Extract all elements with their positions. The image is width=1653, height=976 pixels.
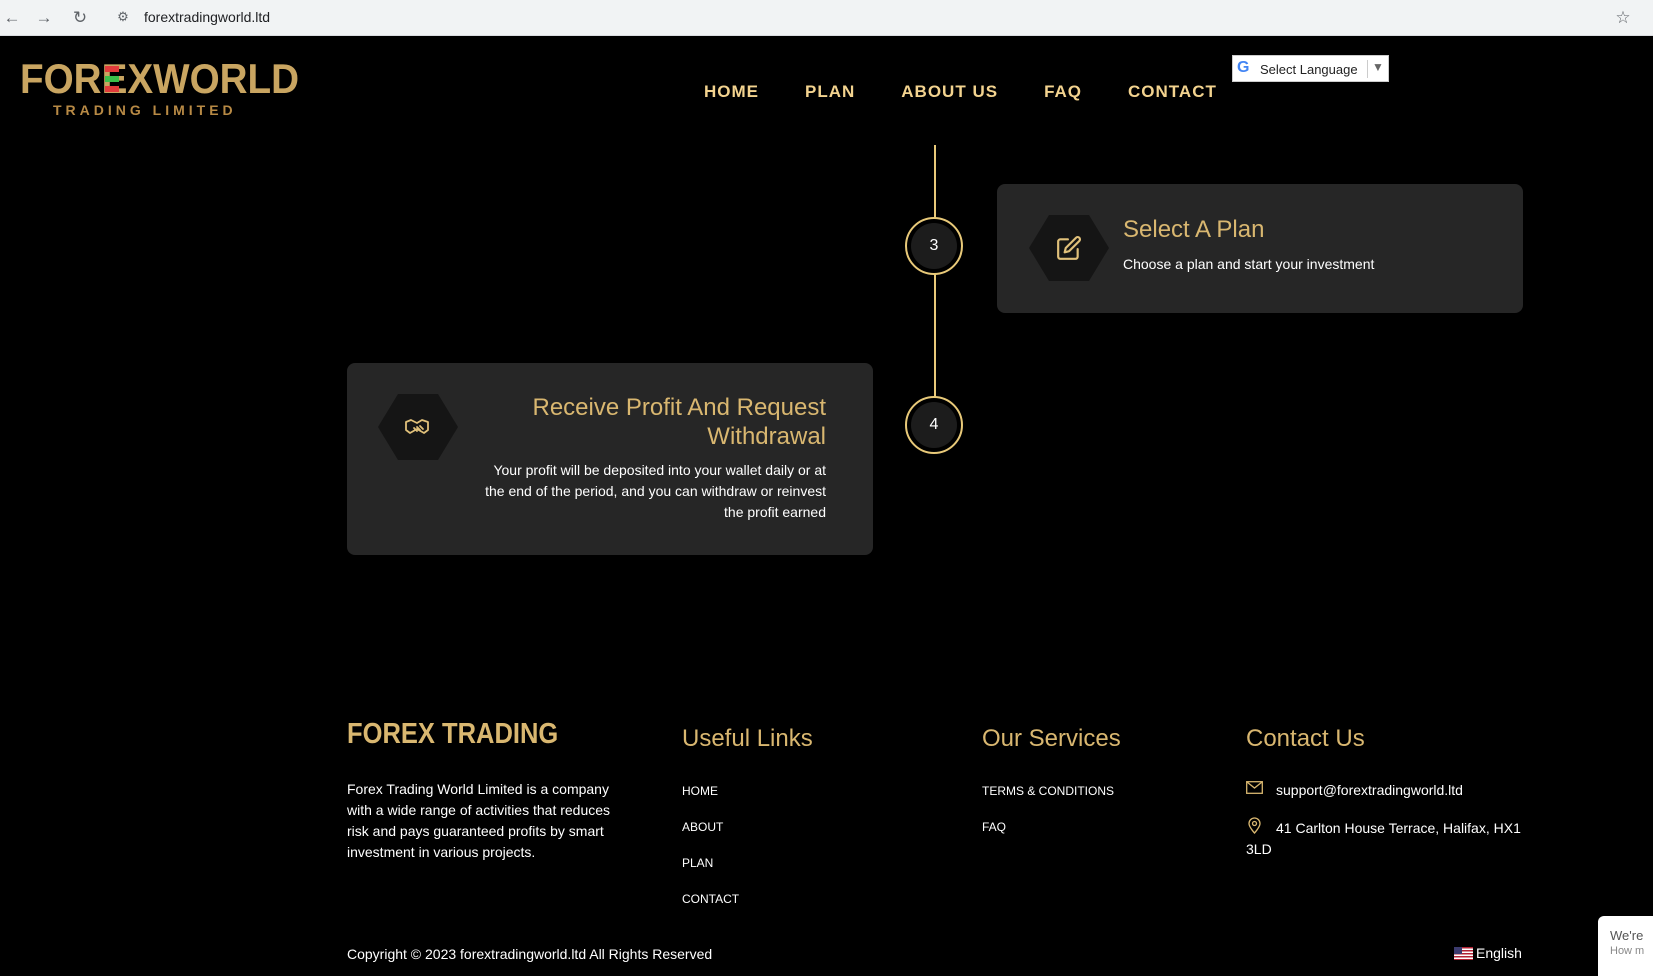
footer-link-plan[interactable]: PLAN [682,856,713,870]
edit-icon [1029,215,1109,281]
logo-candlestick-icon [105,62,119,96]
logo-main-text: FOREXWORLD [20,55,300,102]
contact-us-heading: Contact Us [1246,725,1365,752]
forward-icon[interactable]: → [32,6,56,30]
language-select-label: Select Language [1260,62,1358,77]
footer-logo[interactable]: FOREX TRADING [347,718,558,751]
language-switcher[interactable]: English [1454,945,1522,961]
step-4-card: Receive Profit And Request Withdrawal Yo… [347,363,873,555]
footer-link-home[interactable]: HOME [682,784,718,798]
dropdown-arrow-icon: ▼ [1372,60,1384,74]
logo-sub-text: TRADING LIMITED [53,102,237,118]
useful-links-heading: Useful Links [682,725,813,752]
main-nav: HOME PLAN ABOUT US FAQ CONTACT [704,82,1217,102]
step-3-number: 3 [911,223,957,269]
address-url[interactable]: forextradingworld.ltd [144,9,270,25]
footer-link-about[interactable]: ABOUT [682,820,723,834]
step-4-description: Your profit will be deposited into your … [485,462,826,520]
nav-contact[interactable]: CONTACT [1128,82,1217,102]
nav-about-us[interactable]: ABOUT US [901,82,998,102]
step-4-marker: 4 [905,396,963,454]
nav-plan[interactable]: PLAN [805,82,855,102]
site-logo[interactable]: FOREXWORLD TRADING LIMITED [20,55,300,124]
bookmark-star-icon[interactable]: ☆ [1611,6,1635,30]
language-select-divider [1367,60,1368,78]
site-info-icon[interactable]: ⚙ [114,8,132,26]
step-3-card: Select A Plan Choose a plan and start yo… [997,184,1523,313]
footer-link-terms[interactable]: TERMS & CONDITIONS [982,784,1114,798]
language-switcher-label: English [1476,945,1522,961]
nav-home[interactable]: HOME [704,82,759,102]
chat-widget-line2: How m [1610,945,1645,957]
chat-widget-line1: We're [1610,928,1644,943]
footer-link-faq[interactable]: FAQ [982,820,1006,834]
footer-email-link[interactable]: support@forextradingworld.ltd [1276,782,1463,798]
handshake-icon [378,394,458,460]
nav-faq[interactable]: FAQ [1044,82,1082,102]
step-3-title: Select A Plan [1123,216,1265,243]
us-flag-icon [1454,946,1473,960]
address-bar[interactable] [108,4,1608,32]
step-4-title: Receive Profit And Request Withdrawal [532,394,827,450]
step-3-marker: 3 [905,217,963,275]
envelope-icon [1246,781,1263,797]
step-3-description: Choose a plan and start your investment [1123,256,1375,272]
google-icon: G [1237,59,1250,76]
our-services-heading: Our Services [982,725,1121,752]
chat-widget[interactable]: We're How m [1598,916,1653,976]
back-icon[interactable]: ← [0,6,24,30]
language-select[interactable]: G Select Language ▼ [1232,55,1389,82]
reload-icon[interactable]: ↻ [68,6,92,30]
footer-address: 41 Carlton House Terrace, Halifax, HX1 3… [1246,820,1521,857]
copyright-text: Copyright © 2023 forextradingworld.ltd A… [347,946,713,962]
footer-link-contact[interactable]: CONTACT [682,892,739,906]
browser-toolbar: ← → ↻ ⚙ forextradingworld.ltd ☆ [0,0,1653,36]
step-4-number: 4 [911,402,957,448]
footer-about-text: Forex Trading World Limited is a company… [347,781,611,860]
